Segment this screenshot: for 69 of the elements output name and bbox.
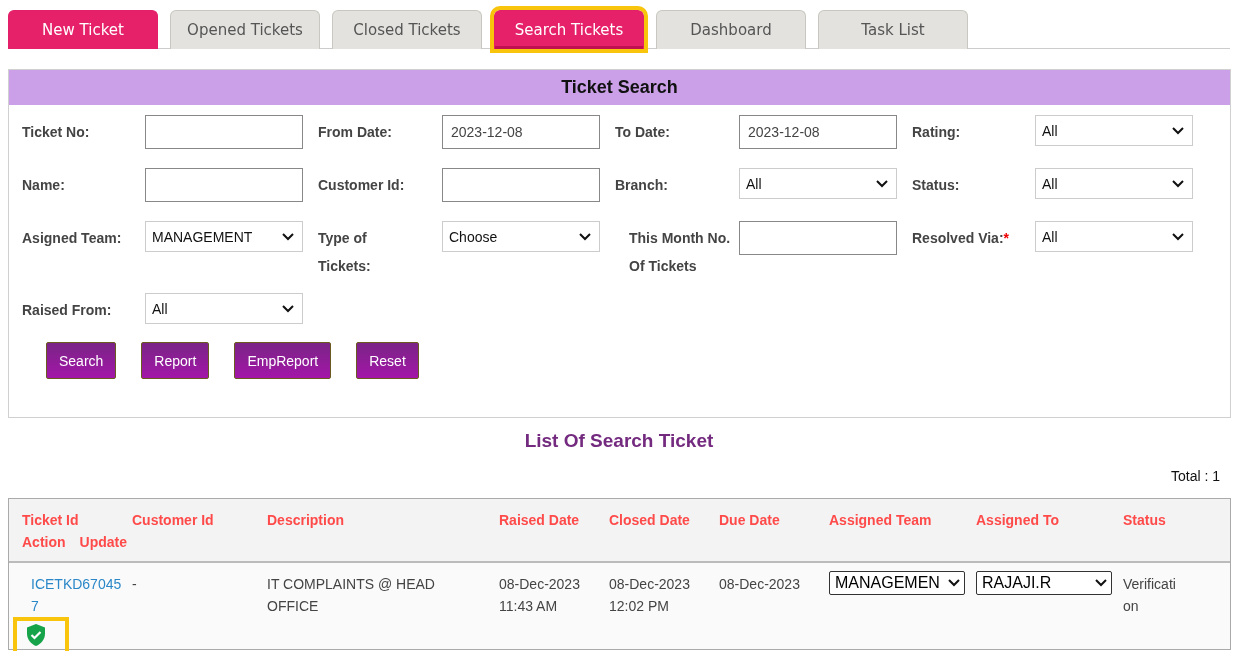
column-header: Action	[22, 533, 66, 552]
field-label: Name:	[22, 176, 66, 195]
column-header: Due Date	[719, 511, 780, 530]
column-header: Customer Id	[132, 511, 214, 530]
column-header: Update	[79, 533, 127, 552]
column-header: Ticket Id	[22, 511, 79, 530]
chevron-down-icon	[876, 179, 888, 188]
tab[interactable]: Opened Tickets	[170, 10, 320, 49]
dropdown[interactable]: All	[1035, 115, 1193, 146]
tab[interactable]: Closed Tickets	[332, 10, 482, 49]
text-field[interactable]	[442, 168, 600, 202]
field-label: Rating:	[912, 123, 962, 142]
field-label: This Month No. Of Tickets	[628, 229, 732, 276]
field-label: Customer Id:	[318, 176, 406, 195]
chevron-down-icon	[1172, 126, 1184, 135]
chevron-down-icon	[579, 232, 591, 241]
text-field[interactable]	[145, 115, 303, 149]
dropdown[interactable]: All	[1035, 168, 1193, 199]
table-cell-text: 08-Dec-2023	[719, 575, 800, 594]
field-label: Resolved Via:*	[912, 229, 1010, 248]
table-cell-text: 08-Dec-2023 12:02 PM	[609, 575, 690, 616]
column-header: Status	[1123, 511, 1166, 530]
field-label: Type of Tickets:	[318, 229, 372, 276]
table-cell-text: IT COMPLAINTS @ HEAD OFFICE	[267, 575, 436, 616]
action-button[interactable]: EmpReport	[234, 342, 332, 379]
dropdown[interactable]: All	[1035, 221, 1193, 252]
text-field[interactable]: 2023-12-08	[739, 115, 897, 149]
chevron-down-icon	[948, 579, 960, 587]
dropdown[interactable]: All	[739, 168, 897, 199]
text-field[interactable]	[739, 221, 897, 255]
field-label: From Date:	[318, 123, 393, 142]
tab[interactable]: New Ticket	[8, 10, 158, 49]
column-header: Assigned Team	[829, 511, 932, 530]
tab[interactable]: Dashboard	[656, 10, 806, 49]
table-cell-text: -	[132, 575, 137, 594]
dropdown[interactable]: RAJAJI.R	[976, 571, 1112, 595]
list-title: List Of Search Ticket	[523, 430, 715, 452]
column-header: Raised Date	[499, 511, 580, 530]
chevron-down-icon	[282, 304, 294, 313]
total-count: Total : 1	[1169, 468, 1220, 484]
field-label: Raised From:	[22, 301, 113, 320]
table-cell-text: Verification	[1123, 575, 1177, 616]
field-label: Status:	[912, 176, 961, 195]
tab[interactable]: Task List	[818, 10, 968, 49]
text-field[interactable]	[145, 168, 303, 202]
chevron-down-icon	[1172, 179, 1184, 188]
chevron-down-icon	[1172, 232, 1184, 241]
chevron-down-icon	[282, 232, 294, 241]
ticket-link[interactable]: ICETKD670457	[31, 573, 123, 617]
dropdown[interactable]: Choose	[442, 221, 600, 252]
dropdown[interactable]: MANAGEMEN	[829, 571, 965, 595]
field-label: Ticket No:	[22, 123, 91, 142]
required-mark: *	[1003, 230, 1009, 246]
column-header: Closed Date	[609, 511, 690, 530]
column-header: Assigned To	[976, 511, 1059, 530]
action-button[interactable]: Search	[46, 342, 117, 379]
dropdown[interactable]: All	[145, 293, 303, 324]
text-field[interactable]: 2023-12-08	[442, 115, 600, 149]
action-button[interactable]: Reset	[356, 342, 419, 379]
column-header: Description	[267, 511, 344, 530]
panel-title: Ticket Search	[9, 70, 1230, 105]
chevron-down-icon	[1095, 579, 1107, 587]
field-label: Branch:	[615, 176, 669, 195]
table-cell-text: 08-Dec-2023 11:43 AM	[499, 575, 580, 616]
field-label: Asigned Team:	[22, 229, 123, 248]
action-button[interactable]: Report	[141, 342, 210, 379]
shield-check-icon[interactable]	[25, 623, 47, 647]
field-label: To Date:	[615, 123, 671, 142]
dropdown[interactable]: MANAGEMENT	[145, 221, 303, 252]
